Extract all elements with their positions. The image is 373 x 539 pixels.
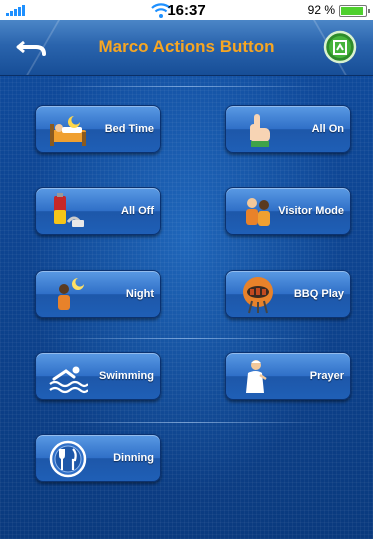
bbq-play-button[interactable]: BBQ Play xyxy=(225,270,351,318)
all-on-label: All On xyxy=(311,123,344,135)
night-button[interactable]: Night xyxy=(35,270,161,318)
battery-percent: 92 % xyxy=(307,3,335,17)
battery-plug-icon xyxy=(54,193,84,227)
prayer-label: Prayer xyxy=(309,370,344,382)
swimmer-icon xyxy=(49,366,88,394)
dinning-button[interactable]: Dinning xyxy=(35,434,161,482)
hand-touch-icon xyxy=(250,114,270,147)
dinning-label: Dinning xyxy=(113,452,154,464)
divider xyxy=(40,338,333,339)
bed-time-label: Bed Time xyxy=(104,123,154,135)
bed-time-button[interactable]: Bed Time xyxy=(35,105,161,153)
night-moon-icon xyxy=(58,278,84,310)
all-on-button[interactable]: All On xyxy=(225,105,351,153)
visitor-mode-label: Visitor Mode xyxy=(278,205,344,217)
visitor-mode-button[interactable]: Visitor Mode xyxy=(225,187,351,235)
divider xyxy=(40,86,333,87)
bbq-play-label: BBQ Play xyxy=(293,288,344,300)
bed-icon xyxy=(50,116,86,146)
swimming-button[interactable]: Swimming xyxy=(35,352,161,400)
night-label: Night xyxy=(125,288,154,300)
nav-bar: Marco Actions Button xyxy=(0,20,373,76)
all-off-button[interactable]: All Off xyxy=(35,187,161,235)
status-bar: 16:37 92 % xyxy=(0,0,373,20)
all-off-label: All Off xyxy=(121,205,154,217)
prayer-icon xyxy=(246,360,267,393)
prayer-button[interactable]: Prayer xyxy=(225,352,351,400)
actions-panel: Bed Time All On All Off Visitor Mode Nig… xyxy=(0,76,373,539)
visitor-icon xyxy=(246,198,270,226)
home-icon[interactable] xyxy=(313,28,367,66)
battery-icon xyxy=(339,5,370,17)
divider xyxy=(40,422,333,423)
bbq-grill-icon xyxy=(243,277,273,314)
fork-knife-icon xyxy=(49,440,87,478)
swimming-label: Swimming xyxy=(98,370,154,382)
